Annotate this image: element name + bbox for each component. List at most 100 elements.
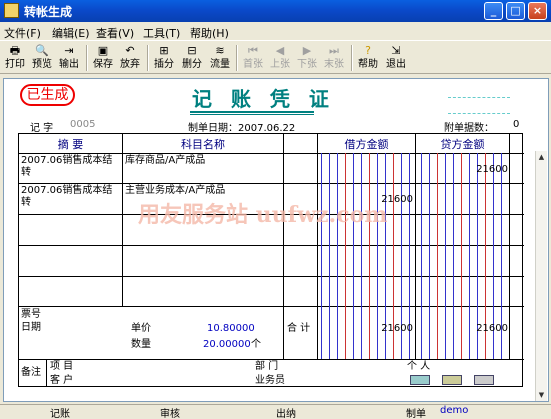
last-voucher-button[interactable]: ⏭ 末张 (322, 43, 346, 73)
help-icon: ? (365, 44, 371, 57)
exit-button[interactable]: ⇲ 退出 (384, 43, 408, 73)
prev-voucher-button[interactable]: ◀ 上张 (268, 43, 292, 73)
minimize-button[interactable]: _ (484, 2, 503, 20)
status-bar: 记账 审核 出纳 制单 demo (0, 404, 551, 419)
row1-account[interactable]: 库存商品/A产成品 (125, 155, 281, 167)
book-icon[interactable] (410, 375, 430, 385)
exit-icon: ⇲ (391, 44, 401, 57)
row1-credit[interactable]: 21600 (416, 164, 508, 175)
tool-icon[interactable] (474, 375, 494, 385)
header-summary: 摘 要 (57, 138, 84, 151)
first-voucher-button[interactable]: ⏮ 首张 (241, 43, 265, 73)
voucher-number[interactable]: 0005 (70, 119, 95, 130)
disk-icon: ▣ (97, 44, 109, 57)
menu-view[interactable]: 查看(V) (96, 25, 134, 41)
total-credit: 21600 (476, 323, 508, 334)
row-divider (19, 306, 524, 307)
delete-line-button[interactable]: ⊟ 删分 (180, 43, 204, 73)
vertical-scrollbar[interactable]: ▲ ▼ (535, 151, 547, 401)
scroll-down-icon[interactable]: ▼ (536, 389, 547, 401)
ticket-date-label: 日期 (21, 322, 41, 333)
cash-flow-button[interactable]: ≋ 流量 (208, 43, 232, 73)
row-divider (19, 183, 524, 184)
window-title: 转帐生成 (24, 5, 73, 19)
ticket-label: 票号 (21, 309, 41, 320)
maximize-button[interactable]: □ (506, 2, 525, 20)
header-debit: 借方金额 (344, 138, 389, 151)
undo-icon: ↶ (125, 44, 135, 57)
bookkeep-label: 记账 (50, 409, 70, 419)
col-divider (122, 134, 123, 306)
discard-button[interactable]: ↶ 放弃 (118, 43, 142, 73)
voucher-title: 记 账 凭 证 (192, 87, 335, 111)
title-underline (190, 111, 314, 115)
title-bar: 转帐生成 _ □ × (0, 0, 551, 22)
delete-line-icon: ⊟ (187, 44, 197, 57)
col-divider (46, 359, 47, 387)
menu-edit[interactable]: 编辑(E) (52, 25, 90, 41)
save-button[interactable]: ▣ 保存 (91, 43, 115, 73)
export-icon: ⇥ (64, 44, 74, 57)
voucher-word-label: 记 字 (30, 123, 54, 134)
total-label: 合 计 (287, 323, 311, 334)
qty-unit: 个 (251, 339, 261, 350)
entry-table: 摘 要 科目名称 借方金额 贷方金额 2007.06销售成本结转 库存商品/A产… (18, 133, 524, 387)
row1-summary[interactable]: 2007.06销售成本结转 (21, 155, 121, 179)
col-divider (283, 134, 284, 359)
app-icon (4, 3, 19, 18)
prev-icon: ◀ (275, 44, 285, 57)
first-icon: ⏮ (248, 44, 258, 57)
row-divider (19, 245, 524, 246)
magnifier-icon: 🔍 (35, 44, 49, 57)
preview-button[interactable]: 🔍 预览 (30, 43, 54, 73)
maker-label: 制单 (406, 409, 426, 419)
customer-label: 客 户 (50, 375, 74, 386)
row-divider (19, 359, 524, 360)
cashier-label: 出纳 (276, 409, 296, 419)
salesman-label: 业务员 (255, 375, 285, 386)
help-button[interactable]: ? 帮助 (356, 43, 380, 73)
export-button[interactable]: ⇥ 输出 (57, 43, 81, 73)
toolbar-separator (86, 45, 88, 71)
dept-label: 部 门 (255, 361, 279, 372)
flow-icon: ≋ (215, 44, 225, 57)
toolbar-separator (147, 45, 149, 71)
price-label: 单价 (131, 323, 151, 334)
insert-line-button[interactable]: ⊞ 插分 (152, 43, 176, 73)
header-credit: 贷方金额 (440, 138, 485, 151)
row-divider (19, 276, 524, 277)
scroll-up-icon[interactable]: ▲ (536, 151, 547, 163)
toolbar-separator (351, 45, 353, 71)
next-voucher-button[interactable]: ▶ 下张 (295, 43, 319, 73)
watermark-text: 用友服务站 uufwz.com (138, 202, 388, 228)
last-icon: ⏭ (329, 44, 339, 57)
qty-label: 数量 (131, 339, 151, 350)
row2-summary[interactable]: 2007.06销售成本结转 (21, 185, 121, 209)
print-button[interactable]: 🖶 打印 (3, 43, 27, 73)
row-divider (19, 153, 524, 154)
menu-bar: 文件(F) 编辑(E) 查看(V) 工具(T) 帮助(H) (0, 22, 551, 40)
toolbar: 🖶 打印 🔍 预览 ⇥ 输出 ▣ 保存 ↶ 放弃 ⊞ 插分 ⊟ 删分 ≋ 流量 ⏮ 首张 ◀ 上张 … (0, 40, 551, 74)
voucher-panel: 已生成 记 账 凭 证 记 字 0005 制单日期：2007.06.22 附单据… (3, 78, 549, 402)
printer-icon: 🖶 (9, 44, 21, 57)
remark-label: 备注 (21, 367, 41, 378)
project-label: 项 目 (50, 361, 74, 372)
voucher-date[interactable]: 制单日期：2007.06.22 (188, 119, 295, 134)
next-icon: ▶ (302, 44, 312, 57)
card-icon[interactable] (442, 375, 462, 385)
maker-name: demo (440, 405, 469, 416)
attachment-label: 附单据数： (444, 123, 494, 134)
generated-stamp: 已生成 (20, 84, 75, 106)
dashed-line (448, 113, 510, 114)
menu-tools[interactable]: 工具(T) (143, 25, 180, 41)
row2-account[interactable]: 主营业务成本/A产成品 (125, 185, 281, 197)
col-divider (509, 134, 510, 359)
qty-value[interactable]: 20.00000 (203, 339, 251, 351)
menu-help[interactable]: 帮助(H) (190, 25, 229, 41)
attachment-count[interactable]: 0 (513, 119, 519, 130)
audit-label: 审核 (160, 409, 180, 419)
menu-file[interactable]: 文件(F) (4, 25, 41, 41)
price-value[interactable]: 10.80000 (207, 323, 255, 335)
total-debit: 21600 (381, 323, 413, 334)
close-button[interactable]: × (528, 2, 547, 20)
